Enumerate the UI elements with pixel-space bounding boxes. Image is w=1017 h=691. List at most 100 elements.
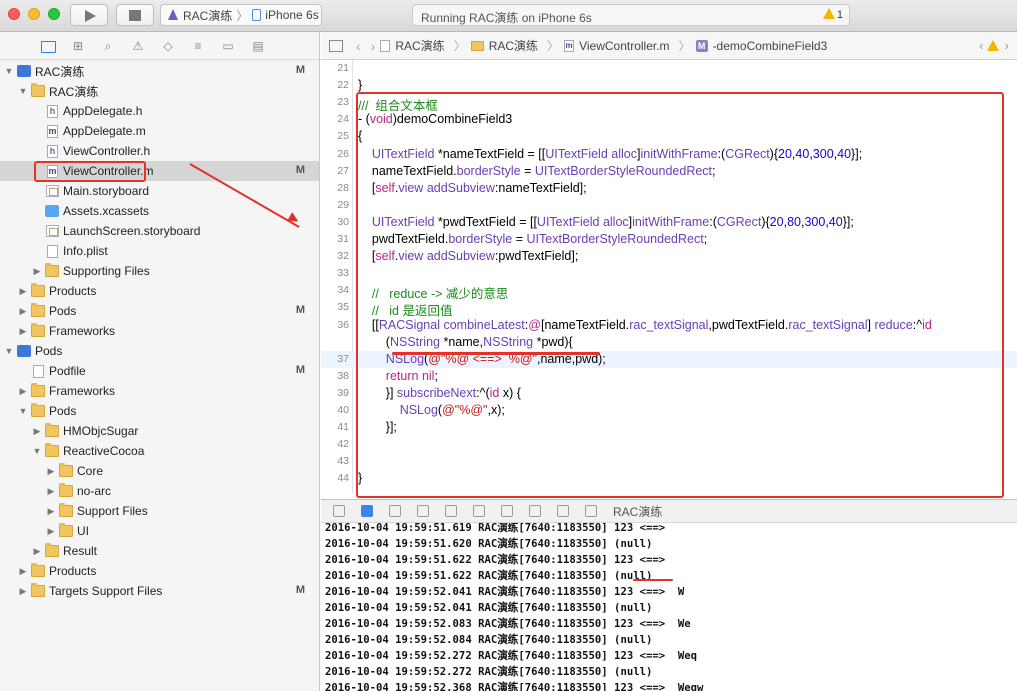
- scheme-device: iPhone 6s: [265, 8, 319, 22]
- tree-item[interactable]: ▶ HMObjcSugar: [0, 421, 319, 441]
- tree-item[interactable]: ▶ Products: [0, 561, 319, 581]
- tree-item[interactable]: ▶ Frameworks: [0, 321, 319, 341]
- tree-item[interactable]: ▶ UI: [0, 521, 319, 541]
- activity-status: Running RAC演练 on iPhone 6s 1: [412, 4, 850, 26]
- issue-navigation[interactable]: ‹ ›: [979, 38, 1009, 53]
- disclosure-open-icon[interactable]: ▼: [4, 66, 14, 76]
- tree-item[interactable]: ▶ Products: [0, 281, 319, 301]
- step-over-icon[interactable]: [417, 505, 429, 517]
- stop-button[interactable]: [116, 4, 154, 26]
- tree-item[interactable]: ▶ Targets Support Files M: [0, 581, 319, 601]
- disclosure-closed-icon[interactable]: ▶: [18, 306, 28, 317]
- tree-item-label: Podfile: [49, 364, 86, 378]
- disclosure-closed-icon[interactable]: ▶: [18, 386, 28, 397]
- tree-item[interactable]: LaunchScreen.storyboard: [0, 221, 319, 241]
- annotation-frame: [356, 92, 1004, 498]
- breakpoint-navigator-tab-icon[interactable]: ▭: [220, 39, 236, 53]
- breadcrumb-folder[interactable]: RAC演练: [470, 37, 538, 54]
- code-text: }: [358, 78, 363, 93]
- breadcrumb-file[interactable]: m ViewController.m: [564, 39, 670, 53]
- memory-graph-icon[interactable]: [529, 505, 541, 517]
- debug-target-label: RAC演练: [613, 504, 663, 519]
- run-button[interactable]: [70, 4, 108, 26]
- line-number: 29: [337, 198, 349, 211]
- test-navigator-tab-icon[interactable]: ◇: [160, 39, 176, 53]
- selection-highlight-box: [34, 161, 146, 182]
- chevron-right-icon: 〉: [678, 39, 691, 53]
- tree-item[interactable]: h ViewController.h: [0, 141, 319, 161]
- hide-debug-area-icon[interactable]: [333, 505, 345, 517]
- disclosure-open-icon[interactable]: ▼: [18, 406, 28, 416]
- disclosure-closed-icon[interactable]: ▶: [32, 266, 42, 277]
- console-output[interactable]: 2016-10-04 19:59:51.619 RAC演练[7640:11835…: [321, 523, 1017, 691]
- tree-item[interactable]: Podfile M: [0, 361, 319, 381]
- step-out-icon[interactable]: [473, 505, 485, 517]
- disclosure-closed-icon[interactable]: ▶: [46, 486, 56, 497]
- tree-item-label: Supporting Files: [63, 264, 150, 278]
- zoom-window-button[interactable]: [48, 8, 60, 20]
- tree-item[interactable]: Info.plist: [0, 241, 319, 261]
- disclosure-closed-icon[interactable]: ▶: [18, 566, 28, 577]
- disclosure-closed-icon[interactable]: ▶: [32, 546, 42, 557]
- warning-badge[interactable]: 1: [822, 8, 843, 21]
- code-line[interactable]: 21: [321, 60, 1017, 77]
- disclosure-open-icon[interactable]: ▼: [4, 346, 14, 356]
- tree-item[interactable]: ▼ Pods: [0, 401, 319, 421]
- minimize-window-button[interactable]: [28, 8, 40, 20]
- tree-item-label: UI: [77, 524, 89, 538]
- disclosure-closed-icon[interactable]: ▶: [18, 286, 28, 297]
- tree-item[interactable]: ▼ RAC演练 M: [0, 61, 319, 81]
- tree-item[interactable]: Main.storyboard: [0, 181, 319, 201]
- header-file-icon: h: [47, 104, 58, 118]
- disclosure-closed-icon[interactable]: ▶: [46, 526, 56, 537]
- disclosure-closed-icon[interactable]: ▶: [18, 326, 28, 337]
- project-icon: [380, 39, 391, 52]
- tree-item[interactable]: ▶ Core: [0, 461, 319, 481]
- related-items-icon[interactable]: [329, 39, 343, 52]
- location-icon[interactable]: [557, 505, 569, 517]
- tree-item[interactable]: ▼ Pods: [0, 341, 319, 361]
- view-hierarchy-icon[interactable]: [501, 505, 513, 517]
- tree-item-label: Info.plist: [63, 244, 108, 258]
- status-text: Running RAC演练 on iPhone 6s: [421, 11, 592, 25]
- tree-item[interactable]: ▼ RAC演练: [0, 81, 319, 101]
- line-number: 43: [337, 455, 349, 468]
- project-navigator-tab-icon[interactable]: [40, 39, 56, 53]
- tree-item-label: RAC演练: [35, 64, 85, 79]
- breakpoints-toggle-icon[interactable]: [361, 505, 373, 517]
- disclosure-open-icon[interactable]: ▼: [18, 86, 28, 96]
- tree-item[interactable]: ▶ Supporting Files: [0, 261, 319, 281]
- line-number: 36: [337, 318, 349, 331]
- breadcrumb-method[interactable]: M -demoCombineField3: [695, 39, 827, 53]
- scheme-selector[interactable]: RAC演练 〉 iPhone 6s: [160, 4, 322, 26]
- issue-navigator-tab-icon[interactable]: ⚠: [130, 39, 146, 53]
- back-arrow-icon[interactable]: ‹: [356, 38, 361, 54]
- report-navigator-tab-icon[interactable]: ▤: [250, 39, 266, 53]
- debug-navigator-tab-icon[interactable]: ≡: [190, 39, 206, 53]
- symbol-navigator-tab-icon[interactable]: ⊞: [70, 39, 86, 53]
- disclosure-closed-icon[interactable]: ▶: [32, 426, 42, 437]
- tree-item[interactable]: ▶ Result: [0, 541, 319, 561]
- tree-item[interactable]: ▶ Pods M: [0, 301, 319, 321]
- breadcrumb-project[interactable]: RAC演练: [380, 37, 445, 54]
- disclosure-closed-icon[interactable]: ▶: [18, 586, 28, 597]
- tree-item[interactable]: ▶ Support Files: [0, 501, 319, 521]
- tree-item[interactable]: ▶ no-arc: [0, 481, 319, 501]
- disclosure-open-icon[interactable]: ▼: [32, 446, 42, 456]
- step-into-icon[interactable]: [445, 505, 457, 517]
- console-log-line: 2016-10-04 19:59:52.084 RAC演练[7640:11835…: [325, 634, 653, 646]
- tree-item[interactable]: ▶ Frameworks: [0, 381, 319, 401]
- scm-modified-badge: M: [295, 364, 305, 376]
- pause-icon[interactable]: [389, 505, 401, 517]
- tree-item[interactable]: ▼ ReactiveCocoa: [0, 441, 319, 461]
- console-log-line: 2016-10-04 19:59:51.619 RAC演练[7640:11835…: [325, 523, 666, 534]
- close-window-button[interactable]: [8, 8, 20, 20]
- tree-item[interactable]: h AppDelegate.h: [0, 101, 319, 121]
- disclosure-closed-icon[interactable]: ▶: [46, 466, 56, 477]
- forward-arrow-icon[interactable]: ›: [371, 38, 376, 54]
- folder-icon: [45, 263, 59, 277]
- disclosure-closed-icon[interactable]: ▶: [46, 506, 56, 517]
- tree-item[interactable]: m AppDelegate.m: [0, 121, 319, 141]
- line-number: 23: [337, 96, 349, 109]
- find-navigator-tab-icon[interactable]: ⌕: [100, 39, 116, 53]
